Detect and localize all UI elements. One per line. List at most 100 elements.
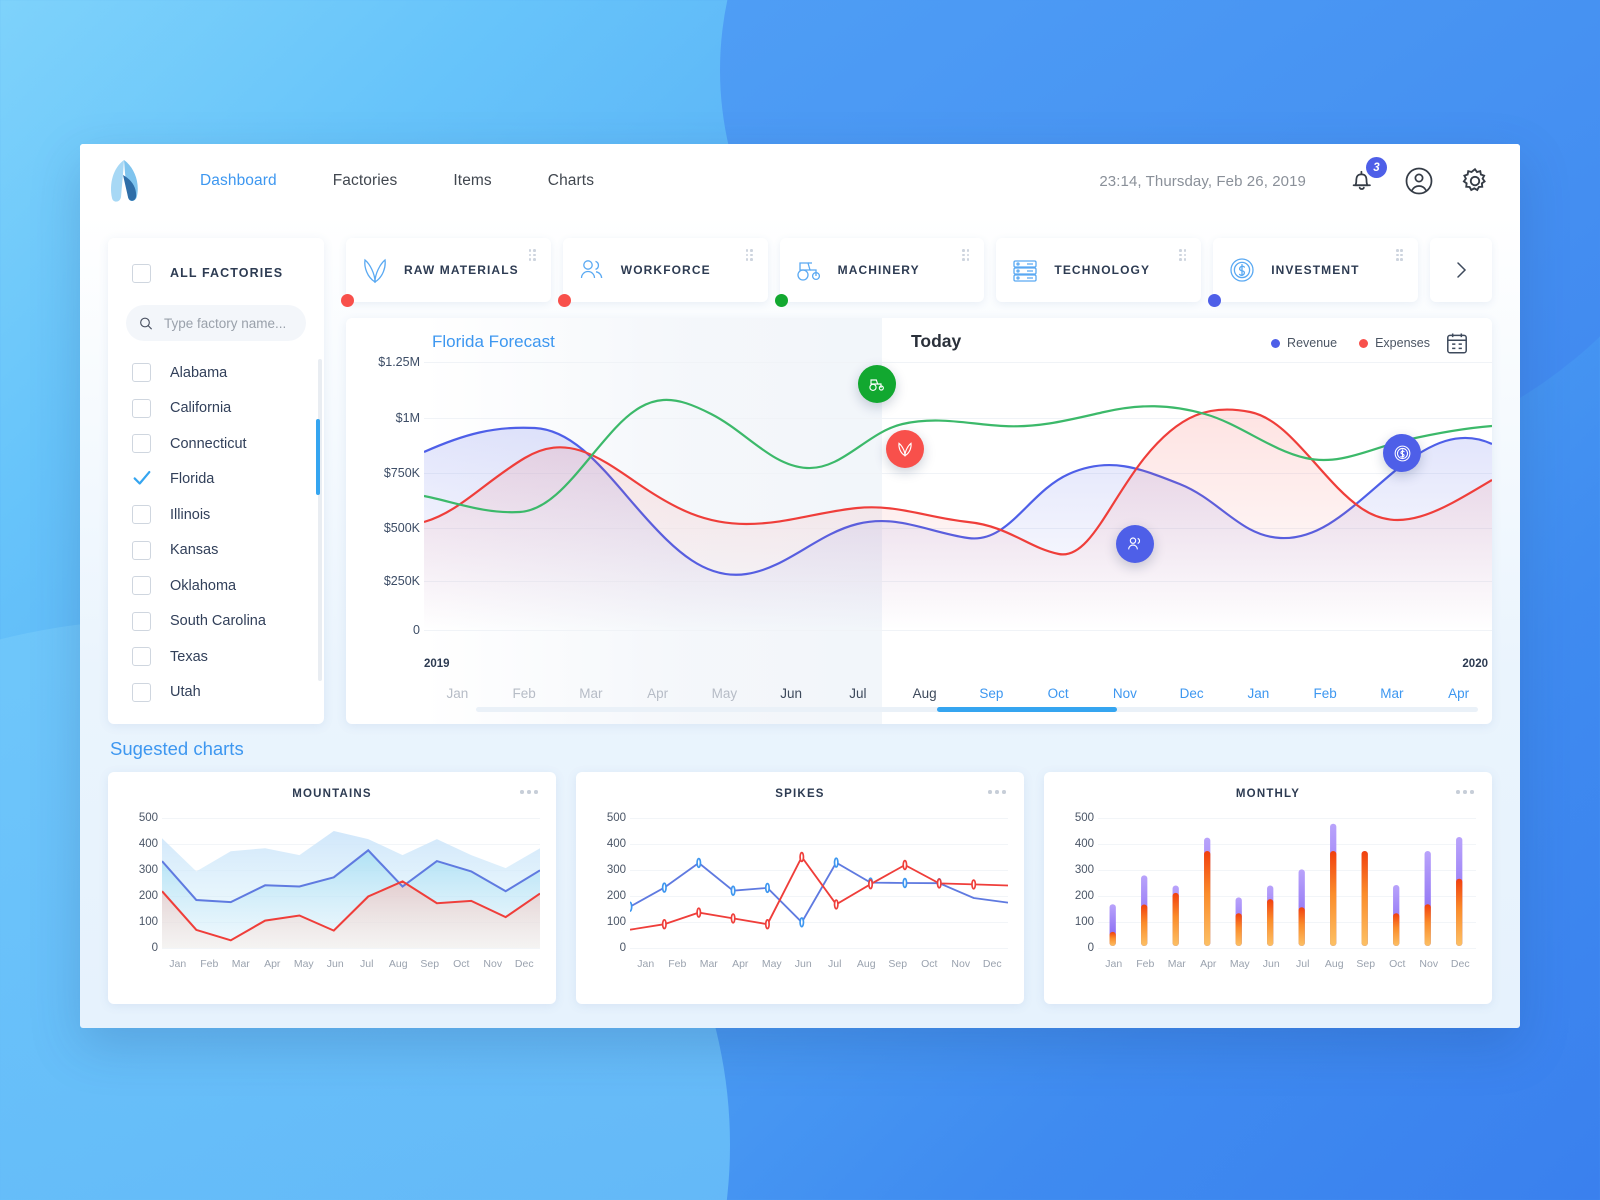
factory-checkbox-florida[interactable] <box>132 470 151 489</box>
nav-charts[interactable]: Charts <box>520 172 622 190</box>
list-item[interactable]: South Carolina <box>132 604 306 640</box>
y-tick: $250K <box>383 574 420 589</box>
search-box[interactable] <box>126 305 306 341</box>
month-label[interactable]: Dec <box>1158 686 1225 701</box>
month-label[interactable]: Apr <box>1425 686 1492 701</box>
all-factories-checkbox[interactable] <box>132 263 151 283</box>
factory-label: Kansas <box>170 542 219 559</box>
month-label[interactable]: Mar <box>558 686 625 701</box>
main-chart-title[interactable]: Florida Forecast <box>432 332 555 352</box>
coin-dollar-icon <box>1394 445 1410 461</box>
factory-checkbox-south-carolina[interactable] <box>132 611 151 631</box>
month-label[interactable]: Feb <box>1292 686 1359 701</box>
month-label[interactable]: Jan <box>424 686 491 701</box>
month-label[interactable]: Jan <box>1225 686 1292 701</box>
factory-checkbox-kansas[interactable] <box>132 540 151 560</box>
nav-dashboard[interactable]: Dashboard <box>172 172 305 190</box>
chart-scrollbar-track[interactable] <box>476 707 1478 712</box>
year-right: 2020 <box>1462 658 1488 670</box>
nav-items[interactable]: Items <box>425 172 519 190</box>
legend-item-expenses[interactable]: Expenses <box>1359 336 1430 350</box>
list-item[interactable]: Connecticut <box>132 426 306 462</box>
list-item[interactable]: Utah <box>132 675 306 711</box>
legend-item-revenue[interactable]: Revenue <box>1271 336 1337 350</box>
gear-icon[interactable] <box>1460 166 1490 196</box>
category-label: INVESTMENT <box>1271 263 1360 277</box>
factory-checkbox-california[interactable] <box>132 398 151 418</box>
main-chart-header: Florida Forecast Today Revenue Expenses <box>346 318 1492 368</box>
status-badge <box>774 294 788 307</box>
category-card-investment[interactable]: INVESTMENT <box>1208 238 1418 307</box>
category-card-technology[interactable]: TECHNOLOGY <box>996 238 1202 302</box>
chart-scrollbar-thumb[interactable] <box>936 707 1118 712</box>
monthly-bars-svg <box>1109 823 1463 946</box>
chart-menu-icon[interactable] <box>988 790 1006 794</box>
factory-checkbox-alabama[interactable] <box>132 363 151 383</box>
y-tick: 300 <box>1074 864 1094 876</box>
list-item[interactable]: Illinois <box>132 497 306 533</box>
drag-handle-icon[interactable] <box>962 249 973 261</box>
x-tick: Jul <box>1296 958 1310 970</box>
y-tick: 300 <box>606 864 626 876</box>
chart-marker-raw-materials[interactable] <box>886 430 924 468</box>
list-item[interactable]: California <box>132 391 306 427</box>
month-label[interactable]: Mar <box>1359 686 1426 701</box>
categories-next-button[interactable] <box>1429 238 1492 302</box>
factory-checkbox-texas[interactable] <box>132 647 151 667</box>
list-item[interactable]: Oklahoma <box>132 568 306 604</box>
bell-icon[interactable]: 3 <box>1348 157 1387 196</box>
nav-factories[interactable]: Factories <box>305 172 426 190</box>
month-label[interactable]: Jun <box>758 686 825 701</box>
chart-marker-workforce[interactable] <box>1116 525 1154 563</box>
list-item[interactable]: Florida <box>132 462 306 498</box>
list-scrollbar-thumb[interactable] <box>316 419 320 495</box>
month-label[interactable]: Oct <box>1025 686 1092 701</box>
user-icon[interactable] <box>1404 166 1434 196</box>
chart-menu-icon[interactable] <box>1456 790 1474 794</box>
factory-checkbox-utah[interactable] <box>132 682 151 702</box>
drag-handle-icon[interactable] <box>528 249 540 261</box>
x-tick: Nov <box>1419 958 1439 970</box>
drag-handle-icon[interactable] <box>1395 249 1407 261</box>
month-label[interactable]: Jul <box>825 686 892 701</box>
chart-marker-machinery[interactable] <box>858 365 896 403</box>
server-icon <box>1010 255 1040 285</box>
month-label[interactable]: Nov <box>1092 686 1159 701</box>
factories-list: Alabama California Connecticut Florida I… <box>108 355 324 710</box>
month-label[interactable]: May <box>691 686 758 701</box>
month-label[interactable]: Sep <box>958 686 1025 701</box>
chart-menu-icon[interactable] <box>520 790 538 794</box>
drag-handle-icon[interactable] <box>745 249 757 261</box>
app-logo[interactable] <box>104 158 146 204</box>
search-input[interactable] <box>164 315 294 331</box>
month-label[interactable]: Feb <box>491 686 558 701</box>
category-label: TECHNOLOGY <box>1054 263 1151 277</box>
list-item[interactable]: Texas <box>132 639 306 675</box>
y-tick: $750K <box>383 466 420 481</box>
factory-label: Illinois <box>170 506 211 523</box>
spikes-markers <box>630 851 977 930</box>
calendar-icon[interactable] <box>1444 330 1470 361</box>
chart-legend: Revenue Expenses <box>1271 336 1430 350</box>
factory-checkbox-oklahoma[interactable] <box>132 576 151 596</box>
category-cards: RAW MATERIALS WORKFORCE MACHINERY TECHNO… <box>341 238 1492 307</box>
list-scrollbar-track[interactable] <box>316 359 322 681</box>
main-nav[interactable]: Dashboard Factories Items Charts <box>172 172 622 190</box>
month-label[interactable]: Aug <box>891 686 958 701</box>
factory-checkbox-connecticut[interactable] <box>132 434 151 454</box>
chart-title: MOUNTAINS <box>292 788 372 800</box>
category-card-raw-materials[interactable]: RAW MATERIALS <box>341 238 551 307</box>
month-label[interactable]: Apr <box>624 686 691 701</box>
chart-marker-investment[interactable] <box>1383 434 1421 472</box>
factory-checkbox-illinois[interactable] <box>132 505 151 525</box>
category-card-workforce[interactable]: WORKFORCE <box>557 238 768 307</box>
all-factories-row[interactable]: ALL FACTORIES <box>108 260 324 286</box>
leaf-icon <box>360 255 390 285</box>
suggested-charts-row: MOUNTAINS 500 400 300 200 100 0 Jan Feb … <box>80 760 1520 1004</box>
x-tick: May <box>761 958 782 970</box>
list-item[interactable]: Alabama <box>132 355 306 391</box>
category-card-machinery[interactable]: MACHINERY <box>774 238 985 307</box>
drag-handle-icon[interactable] <box>1179 249 1190 261</box>
coin-dollar-icon <box>1227 255 1257 285</box>
list-item[interactable]: Kansas <box>132 533 306 569</box>
